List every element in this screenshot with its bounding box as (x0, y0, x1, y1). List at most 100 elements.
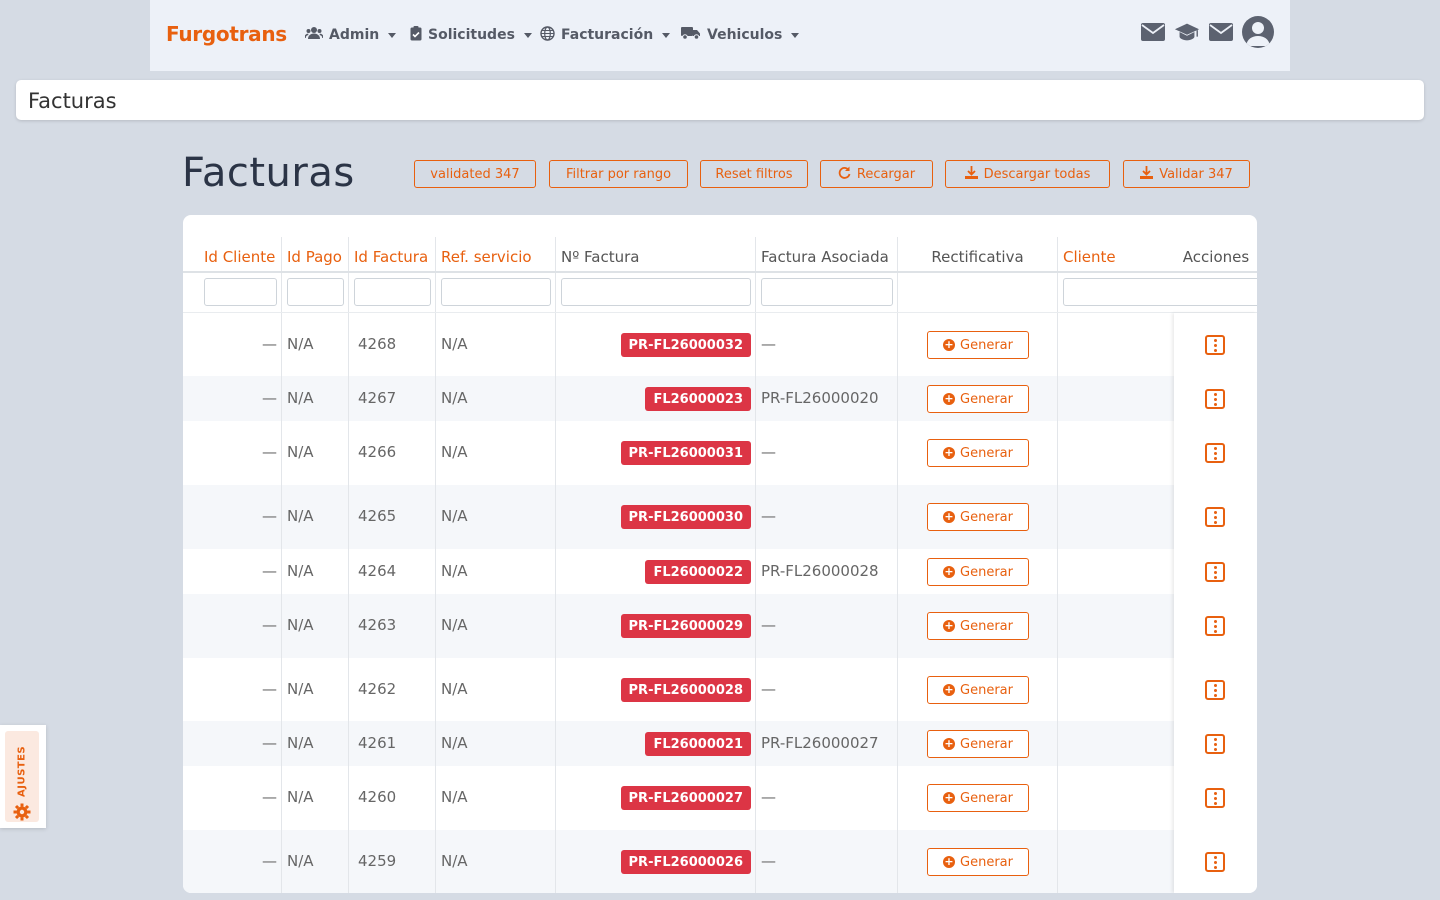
clipboard-check-icon (410, 25, 422, 45)
plus-circle-icon: + (943, 619, 956, 632)
generate-label: Generar (960, 682, 1013, 698)
col-header-ref-servicio[interactable]: Ref. servicio (441, 243, 532, 271)
row-actions-kebab-icon[interactable] (1205, 852, 1225, 872)
filter-ref-servicio-input[interactable] (441, 278, 551, 306)
invoice-number-badge[interactable]: PR-FL26000026 (620, 850, 751, 874)
row-actions-kebab-icon[interactable] (1205, 680, 1225, 700)
generate-label: Generar (960, 445, 1013, 461)
invoice-number-badge[interactable]: PR-FL26000028 (620, 678, 751, 702)
filter-id-factura-input[interactable] (354, 278, 431, 306)
cell-id-factura: 4261 (358, 734, 397, 752)
table-row: — N/A 4266 N/A PR-FL26000031 — + Generar (183, 421, 1257, 485)
cell-id-pago: N/A (287, 507, 314, 525)
cell-id-cliente: — (262, 734, 277, 752)
generate-rectificativa-button[interactable]: + Generar (927, 439, 1029, 467)
column-divider (435, 237, 436, 893)
cell-ref-servicio: N/A (441, 788, 468, 806)
reload-button[interactable]: Recargar (820, 160, 933, 188)
filter-factura-asociada-input[interactable] (761, 278, 893, 306)
cell-ref-servicio: N/A (441, 680, 468, 698)
row-actions-kebab-icon[interactable] (1205, 335, 1225, 355)
cell-factura-asociada: — (761, 335, 776, 353)
table-row: — N/A 4263 N/A PR-FL26000029 — + Generar (183, 594, 1257, 658)
filter-cliente-input[interactable] (1063, 278, 1257, 306)
generate-rectificativa-button[interactable]: + Generar (927, 848, 1029, 876)
nav-solicitudes[interactable]: Solicitudes (410, 25, 532, 45)
cell-id-pago: N/A (287, 852, 314, 870)
brand-logo[interactable]: Furgotrans (166, 22, 287, 46)
filter-num-factura-input[interactable] (561, 278, 751, 306)
reset-filters-button[interactable]: Reset filtros (700, 160, 808, 188)
row-actions-kebab-icon[interactable] (1205, 734, 1225, 754)
cell-id-cliente: — (262, 852, 277, 870)
plus-circle-icon: + (943, 510, 956, 523)
cell-factura-asociada: — (761, 852, 776, 870)
settings-tab-panel: AJUSTES (5, 731, 39, 822)
reload-label: Recargar (856, 166, 916, 182)
filter-id-pago-input[interactable] (287, 278, 344, 306)
user-avatar[interactable] (1242, 16, 1274, 48)
row-actions-kebab-icon[interactable] (1205, 788, 1225, 808)
cell-id-cliente: — (262, 616, 277, 634)
download-all-button[interactable]: Descargar todas (945, 160, 1110, 188)
table-row: — N/A 4265 N/A PR-FL26000030 — + Generar (183, 485, 1257, 549)
invoice-number-badge[interactable]: FL26000023 (645, 387, 751, 411)
invoice-number-badge[interactable]: PR-FL26000030 (620, 505, 751, 529)
cell-id-factura: 4268 (358, 335, 397, 353)
generate-rectificativa-button[interactable]: + Generar (927, 331, 1029, 359)
actions-column (1174, 313, 1257, 893)
invoices-table: — N/A 4268 N/A PR-FL26000032 — + Generar — N/A 426… (183, 215, 1257, 893)
col-header-id-cliente[interactable]: Id Cliente (204, 243, 275, 271)
row-actions-kebab-icon[interactable] (1205, 443, 1225, 463)
cell-id-pago: N/A (287, 680, 314, 698)
cell-factura-asociada: — (761, 507, 776, 525)
invoice-number-badge[interactable]: FL26000022 (645, 560, 751, 584)
generate-rectificativa-button[interactable]: + Generar (927, 385, 1029, 413)
row-actions-kebab-icon[interactable] (1205, 562, 1225, 582)
plus-circle-icon: + (943, 791, 956, 804)
generate-rectificativa-button[interactable]: + Generar (927, 676, 1029, 704)
invoice-number-badge[interactable]: PR-FL26000027 (620, 786, 751, 810)
nav-admin[interactable]: Admin (304, 25, 397, 45)
invoice-number-badge[interactable]: PR-FL26000031 (620, 441, 751, 465)
nav-facturacion[interactable]: Facturación (540, 25, 671, 45)
generate-rectificativa-button[interactable]: + Generar (927, 612, 1029, 640)
generate-label: Generar (960, 509, 1013, 525)
filter-id-cliente-input[interactable] (204, 278, 277, 306)
cell-factura-asociada: — (761, 680, 776, 698)
top-navbar: Furgotrans Admin Solicitudes Facturación… (150, 0, 1290, 71)
envelope-icon[interactable] (1140, 19, 1166, 45)
cell-id-pago: N/A (287, 443, 314, 461)
validate-347-button[interactable]: Validar 347 (1123, 160, 1250, 188)
cell-id-cliente: — (262, 788, 277, 806)
col-header-id-factura[interactable]: Id Factura (354, 243, 428, 271)
generate-rectificativa-button[interactable]: + Generar (927, 503, 1029, 531)
invoice-number-badge[interactable]: FL26000021 (645, 732, 751, 756)
download-icon (964, 165, 978, 183)
invoice-number-badge[interactable]: PR-FL26000029 (620, 614, 751, 638)
plus-circle-icon: + (943, 565, 956, 578)
col-header-id-pago[interactable]: Id Pago (287, 243, 342, 271)
generate-rectificativa-button[interactable]: + Generar (927, 558, 1029, 586)
row-actions-kebab-icon[interactable] (1205, 389, 1225, 409)
generate-rectificativa-button[interactable]: + Generar (927, 784, 1029, 812)
generate-rectificativa-button[interactable]: + Generar (927, 730, 1029, 758)
generate-label: Generar (960, 790, 1013, 806)
cell-ref-servicio: N/A (441, 562, 468, 580)
col-header-cliente[interactable]: Cliente (1063, 243, 1116, 271)
nav-vehiculos[interactable]: Vehiculos (681, 25, 800, 45)
settings-tab[interactable]: AJUSTES (0, 725, 46, 828)
filter-range-button[interactable]: Filtrar por rango (549, 160, 688, 188)
validated-347-button[interactable]: validated 347 (414, 160, 536, 188)
cell-id-factura: 4263 (358, 616, 397, 634)
invoice-number-badge[interactable]: PR-FL26000032 (620, 333, 751, 357)
graduation-cap-icon[interactable] (1174, 19, 1200, 45)
plus-circle-icon: + (943, 446, 956, 459)
row-actions-kebab-icon[interactable] (1205, 616, 1225, 636)
envelope-icon[interactable] (1208, 19, 1234, 45)
table-row: — N/A 4261 N/A FL26000021 PR-FL26000027 + Gener… (183, 721, 1257, 766)
validate-347-label: Validar 347 (1159, 166, 1233, 182)
col-header-rectificativa: Rectificativa (931, 248, 1024, 266)
row-actions-kebab-icon[interactable] (1205, 507, 1225, 527)
generate-label: Generar (960, 854, 1013, 870)
